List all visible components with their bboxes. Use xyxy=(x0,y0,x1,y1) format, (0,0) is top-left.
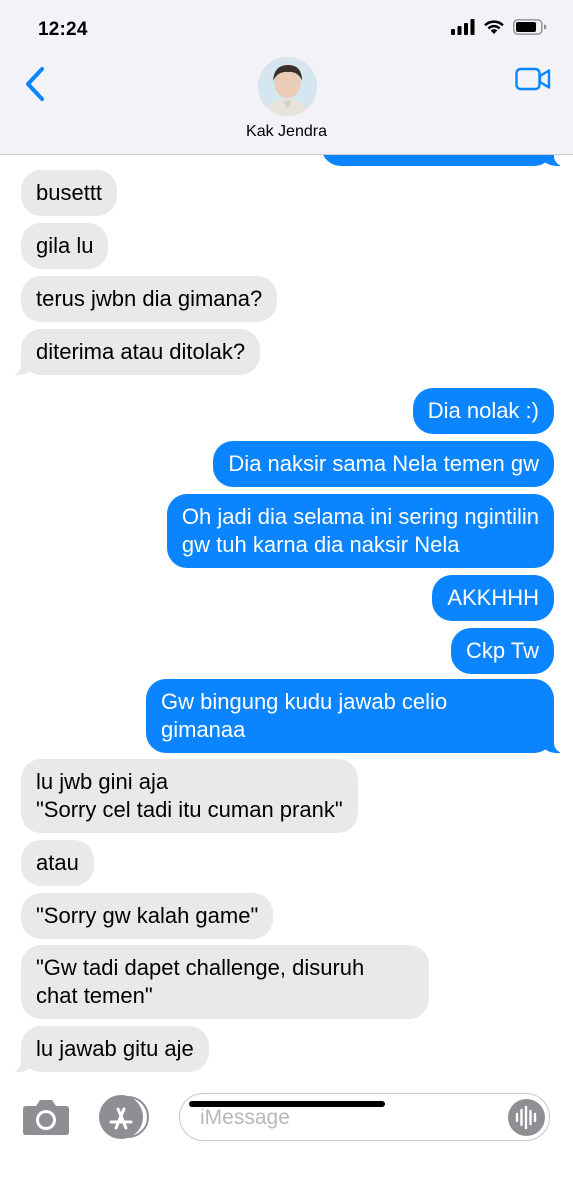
status-icons xyxy=(451,19,547,35)
contact-name[interactable]: Kak Jendra xyxy=(0,123,573,141)
message-list[interactable]: busettt gila lu terus jwbn dia gimana? d… xyxy=(0,155,573,1080)
message-bubble-incoming[interactable]: atau xyxy=(21,840,94,886)
cellular-signal-icon xyxy=(451,19,475,35)
status-time: 12:24 xyxy=(38,19,88,40)
message-bubble-incoming[interactable]: busettt xyxy=(21,170,118,216)
message-text: "Gw tadi dapet challenge, disuruh chat t… xyxy=(36,955,365,1008)
avatar[interactable] xyxy=(258,57,317,116)
message-bubble-incoming[interactable]: terus jwbn dia gimana? xyxy=(21,276,278,322)
message-text: lu jwb gini aja "Sorry cel tadi itu cuma… xyxy=(36,769,343,822)
message-text: Dia nolak :) xyxy=(427,398,539,423)
message-bubble-incoming[interactable]: lu jwb gini aja "Sorry cel tadi itu cuma… xyxy=(21,759,358,833)
message-text: atau xyxy=(36,850,79,875)
battery-icon xyxy=(513,19,547,35)
message-text: Dia naksir sama Nela temen gw xyxy=(228,451,539,476)
message-bubble-outgoing[interactable]: Ckp Tw xyxy=(451,628,554,674)
audio-record-button[interactable] xyxy=(508,1099,545,1136)
message-bubble-outgoing[interactable] xyxy=(321,155,564,166)
message-text: "Sorry gw kalah game" xyxy=(36,903,259,928)
message-bubble-outgoing[interactable]: Gw bingung kudu jawab celio gimanaa xyxy=(146,679,564,753)
message-bubble-incoming[interactable]: gila lu xyxy=(21,223,109,269)
back-chevron-icon[interactable] xyxy=(20,64,50,104)
message-text: diterima atau ditolak? xyxy=(36,339,246,364)
message-bubble-incoming[interactable]: diterima atau ditolak? xyxy=(10,329,261,375)
message-bubble-incoming[interactable]: "Gw tadi dapet challenge, disuruh chat t… xyxy=(21,945,429,1019)
message-bubble-incoming[interactable]: "Sorry gw kalah game" xyxy=(21,893,274,939)
home-indicator[interactable] xyxy=(189,1101,385,1107)
message-text: lu jawab gitu aje xyxy=(36,1036,194,1061)
composer-bar: iMessage xyxy=(0,1080,573,1200)
message-bubble-outgoing[interactable]: Dia nolak :) xyxy=(412,388,554,434)
app-store-icon[interactable] xyxy=(97,1095,151,1139)
camera-icon[interactable] xyxy=(22,1097,70,1137)
message-text: gila lu xyxy=(36,233,94,258)
video-call-icon[interactable] xyxy=(515,66,551,92)
message-bubble-incoming[interactable]: lu jawab gitu aje xyxy=(11,1026,209,1072)
message-text: terus jwbn dia gimana? xyxy=(36,286,263,311)
message-text: Gw bingung kudu jawab celio gimanaa xyxy=(161,689,448,742)
message-text: Oh jadi dia selama ini sering ngintilin … xyxy=(181,504,539,557)
status-bar: 12:24 xyxy=(0,0,573,56)
input-placeholder: iMessage xyxy=(200,1106,290,1129)
message-text: Ckp Tw xyxy=(466,638,539,663)
message-bubble-outgoing[interactable]: Oh jadi dia selama ini sering ngintilin … xyxy=(166,494,554,568)
message-text: AKKHHH xyxy=(447,585,539,610)
message-bubble-outgoing[interactable]: AKKHHH xyxy=(432,575,554,621)
audio-waveform-icon xyxy=(515,1105,537,1130)
conversation-header: Kak Jendra xyxy=(0,56,573,155)
message-bubble-outgoing[interactable]: Dia naksir sama Nela temen gw xyxy=(213,441,554,487)
message-text: busettt xyxy=(36,180,103,205)
wifi-icon xyxy=(484,20,504,34)
